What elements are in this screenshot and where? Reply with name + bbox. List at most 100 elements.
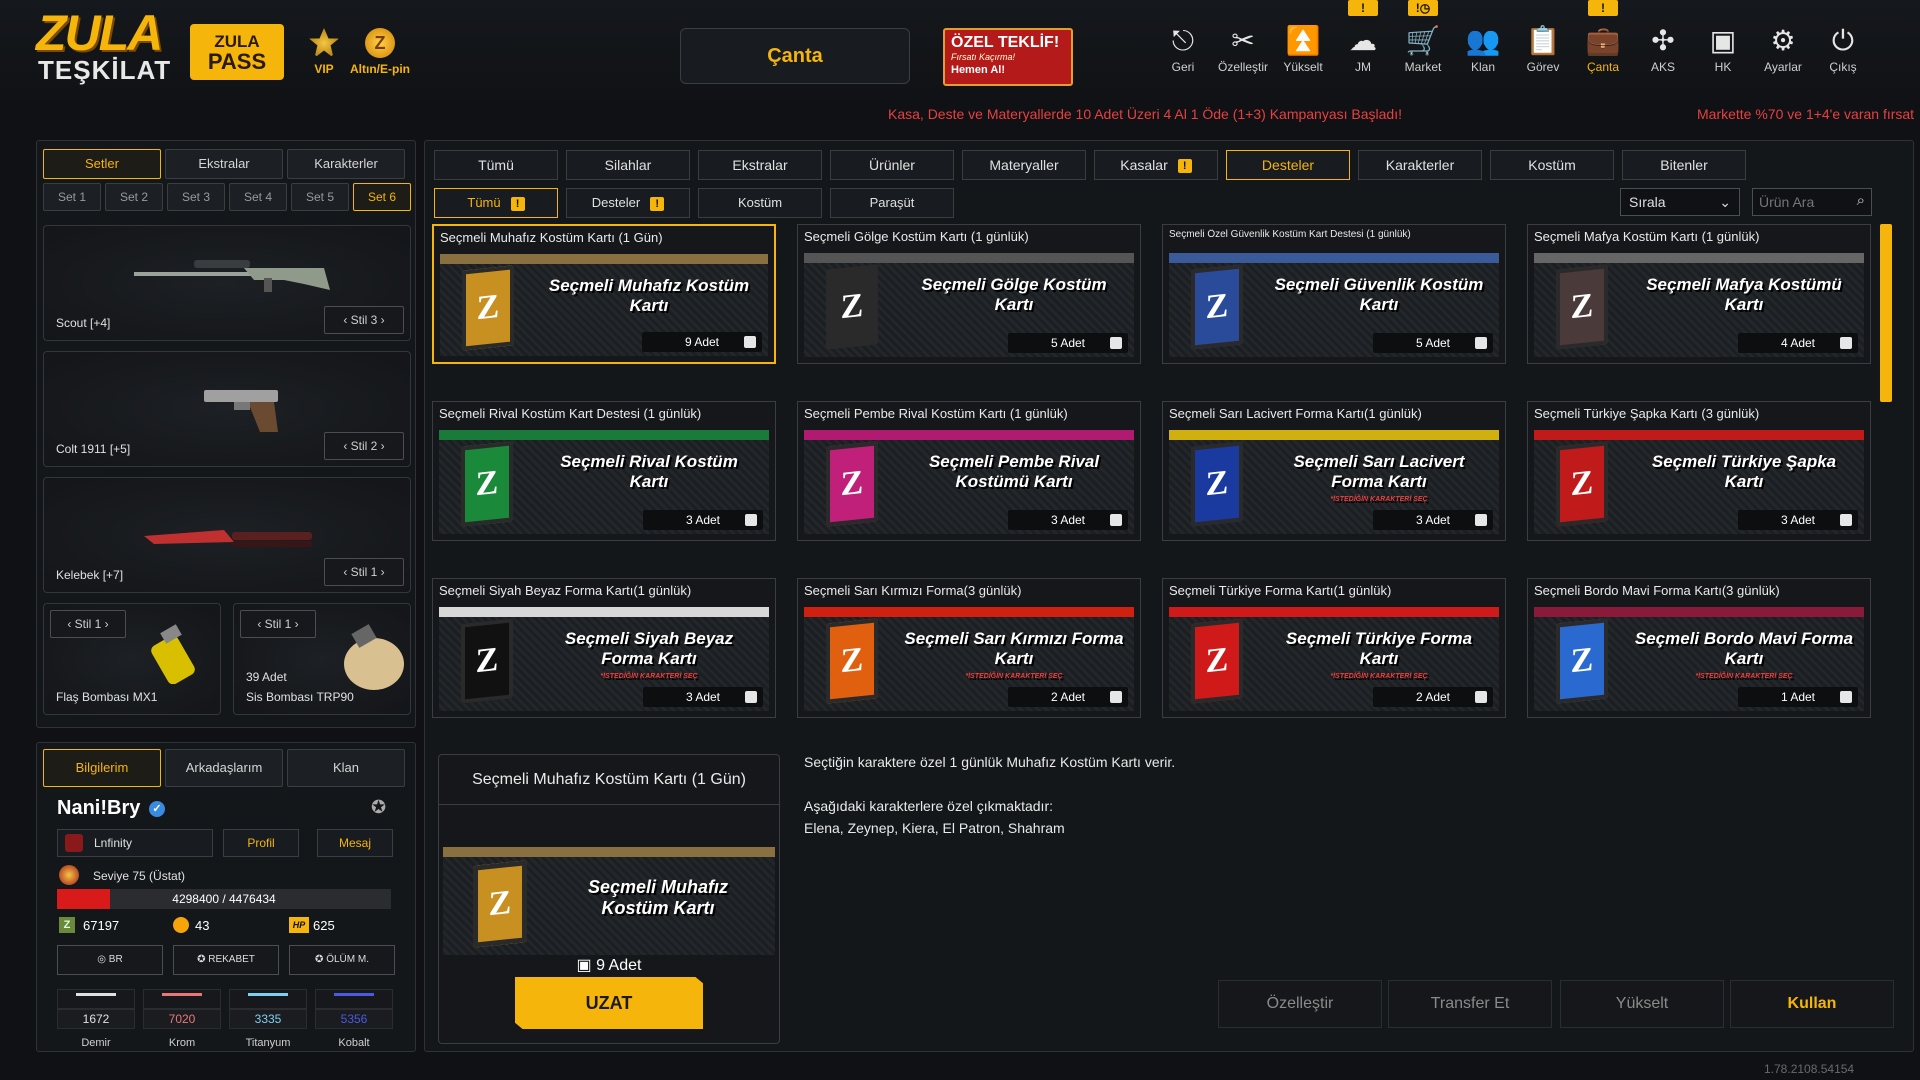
weapon-name: Scout [+4] xyxy=(56,316,111,330)
category-tab-5[interactable]: Kasalar! xyxy=(1094,150,1218,180)
weapon-slot-secondary[interactable]: Colt 1911 [+5] ‹ Stil 2 › xyxy=(43,351,411,467)
set-tab-4[interactable]: Set 4 xyxy=(229,183,287,211)
weapon-slot-melee[interactable]: Kelebek [+7] ‹ Stil 1 › xyxy=(43,477,411,593)
grenade-slot-smoke[interactable]: ‹ Stil 1 › 39 Adet Sis Bombası TRP90 xyxy=(233,603,411,715)
nav-clan-button[interactable]: 👥 Klan xyxy=(1454,24,1512,84)
nav-label: JM xyxy=(1355,60,1371,74)
mode-br-button[interactable]: ◎ BR xyxy=(57,945,163,975)
set-tab-2[interactable]: Set 2 xyxy=(105,183,163,211)
category-tab-1[interactable]: Silahlar xyxy=(566,150,690,180)
special-offer-banner[interactable]: ÖZEL TEKLİF! Fırsatı Kaçırma! Hemen Al! xyxy=(943,28,1073,86)
clan-emblem-icon xyxy=(65,834,83,852)
set-tab-1[interactable]: Set 1 xyxy=(43,183,101,211)
tab-karakterler[interactable]: Karakterler xyxy=(287,149,405,179)
tab-setler[interactable]: Setler xyxy=(43,149,161,179)
nav-upgrade-button[interactable]: ⏫ Yükselt xyxy=(1274,24,1332,84)
style-selector[interactable]: ‹ Stil 1 › xyxy=(240,610,316,638)
nav-wallet-button[interactable]: ▣ HK xyxy=(1694,24,1752,84)
category-tab-9[interactable]: Bitenler xyxy=(1622,150,1746,180)
inventory-item-card[interactable]: Seçmeli Türkiye Şapka Kartı (3 günlük) Z S… xyxy=(1527,401,1871,541)
kullan-button[interactable]: Kullan xyxy=(1730,980,1894,1028)
inventory-item-card[interactable]: Seçmeli Rival Kostüm Kart Destesi (1 gün… xyxy=(432,401,776,541)
tab-klan[interactable]: Klan xyxy=(287,749,405,787)
inventory-item-card[interactable]: Seçmeli Pembe Rival Kostüm Kartı (1 günl… xyxy=(797,401,1141,541)
inventory-item-card[interactable]: Seçmeli Sarı Kırmızı Forma(3 günlük) Z Seç… xyxy=(797,578,1141,718)
nav-label: HK xyxy=(1714,60,1732,74)
style-selector[interactable]: ‹ Stil 1 › xyxy=(50,610,126,638)
inventory-item-card[interactable]: Seçmeli Bordo Mavi Forma Kartı(3 günlük)… xyxy=(1527,578,1871,718)
tab-bilgilerim[interactable]: Bilgilerim xyxy=(43,749,161,787)
promo-text-2: Markette %70 ve 1+4'e varan fırsat xyxy=(1697,106,1915,122)
subcategory-tab-3[interactable]: Paraşüt xyxy=(830,188,954,218)
inventory-item-card[interactable]: Seçmeli Özel Güvenlik Kostüm Kart Destes… xyxy=(1162,224,1506,364)
item-caption: Seçmeli Rival Kostüm Kartı xyxy=(560,452,738,491)
nav-power-button[interactable]: ⏻ Çıkış xyxy=(1814,24,1872,84)
search-input[interactable] xyxy=(1753,189,1845,215)
set-tab-6[interactable]: Set 6 xyxy=(353,183,411,211)
style-selector[interactable]: ‹ Stil 3 › xyxy=(324,306,404,334)
yukselt-button[interactable]: Yükselt xyxy=(1560,980,1724,1028)
ozellestir-button[interactable]: Özelleştir xyxy=(1218,980,1382,1028)
subcategory-tab-0[interactable]: Tümü! xyxy=(434,188,558,218)
nav-aks-button[interactable]: ✣ AKS xyxy=(1634,24,1692,84)
vip-button[interactable]: VIP xyxy=(304,28,344,76)
inventory-item-card[interactable]: Seçmeli Siyah Beyaz Forma Kartı(1 günlük… xyxy=(432,578,776,718)
grenade-name: Flaş Bombası MX1 xyxy=(56,690,158,704)
set-tab-5[interactable]: Set 5 xyxy=(291,183,349,211)
butterfly-knife-image xyxy=(144,530,312,547)
subcategory-tab-1[interactable]: Desteler! xyxy=(566,188,690,218)
category-tab-2[interactable]: Ekstralar xyxy=(698,150,822,180)
profile-panel: Bilgilerim Arkadaşlarım Klan Nani!Bry ✓ … xyxy=(36,742,416,1052)
zula-pass-button[interactable]: ZULA PASS xyxy=(190,24,284,80)
inventory-item-card[interactable]: Seçmeli Sarı Lacivert Forma Kartı(1 günl… xyxy=(1162,401,1506,541)
tab-ekstralar[interactable]: Ekstralar xyxy=(165,149,283,179)
style-selector[interactable]: ‹ Stil 2 › xyxy=(324,432,404,460)
nav-gear-button[interactable]: ⚙ Ayarlar xyxy=(1754,24,1812,84)
weapon-name: Kelebek [+7] xyxy=(56,568,124,582)
inventory-item-card[interactable]: Seçmeli Gölge Kostüm Kartı (1 günlük) Z Se… xyxy=(797,224,1141,364)
subcategory-tab-2[interactable]: Kostüm xyxy=(698,188,822,218)
search-box[interactable]: ⌕ xyxy=(1752,188,1872,216)
grenade-slot-flash[interactable]: ‹ Stil 1 › Flaş Bombası MX1 xyxy=(43,603,221,715)
mode-rekabet-button[interactable]: ✪ REKABET xyxy=(173,945,279,975)
weapon-slot-primary[interactable]: Scout [+4] ‹ Stil 3 › xyxy=(43,225,411,341)
category-tab-4[interactable]: Materyaller xyxy=(962,150,1086,180)
transfer-button[interactable]: Transfer Et xyxy=(1388,980,1552,1028)
material-1: 7020 Krom xyxy=(143,989,221,1049)
box-icon xyxy=(1840,337,1852,349)
profil-button[interactable]: Profil xyxy=(223,829,299,857)
scrollbar-thumb[interactable] xyxy=(1880,224,1892,402)
canta-title-button[interactable]: Çanta xyxy=(680,28,910,84)
category-tab-0[interactable]: Tümü xyxy=(434,150,558,180)
mesaj-button[interactable]: Mesaj xyxy=(317,829,393,857)
sort-dropdown[interactable]: Sırala ⌄ xyxy=(1620,188,1740,216)
style-selector[interactable]: ‹ Stil 1 › xyxy=(324,558,404,586)
zula-logo[interactable]: ZULA TEŞKİLAT xyxy=(36,8,170,90)
nav-label: Çıkış xyxy=(1829,60,1857,74)
search-icon[interactable]: ⌕ xyxy=(1857,192,1865,209)
tab-arkadaslarim[interactable]: Arkadaşlarım xyxy=(165,749,283,787)
category-tab-8[interactable]: Kostüm xyxy=(1490,150,1614,180)
nav-bag-button[interactable]: ! 💼 Çanta xyxy=(1574,0,1632,84)
nav-tools-button[interactable]: ✂ Özelleştir xyxy=(1214,24,1272,84)
inventory-item-card[interactable]: Seçmeli Mafya Kostüm Kartı (1 günlük) Z Se… xyxy=(1527,224,1871,364)
item-caption: Seçmeli Muhafız Kostüm Kartı xyxy=(548,276,750,315)
category-tab-7[interactable]: Karakterler xyxy=(1358,150,1482,180)
set-tab-3[interactable]: Set 3 xyxy=(167,183,225,211)
category-tab-6[interactable]: Desteler xyxy=(1226,150,1350,180)
nav-back-button[interactable]: ⎋ Geri xyxy=(1154,24,1212,84)
mode-olum-button[interactable]: ✪ ÖLÜM M. xyxy=(289,945,395,975)
nav-clipboard-button[interactable]: 📋 Görev xyxy=(1514,24,1572,84)
tools-icon: ✂ xyxy=(1231,25,1255,56)
item-count: 2 Adet xyxy=(1373,687,1493,707)
item-title: Seçmeli Siyah Beyaz Forma Kartı(1 günlük… xyxy=(439,583,692,598)
altin-epin-button[interactable]: Z Altın/E-pin xyxy=(340,28,420,76)
inventory-item-card[interactable]: Seçmeli Muhafız Kostüm Kartı (1 Gün) Z Seç… xyxy=(432,224,776,364)
category-tab-3[interactable]: Ürünler xyxy=(830,150,954,180)
inventory-item-card[interactable]: Seçmeli Türkiye Forma Kartı(1 günlük) Z Se… xyxy=(1162,578,1506,718)
item-caption: Seçmeli Gölge Kostüm Kartı xyxy=(921,275,1107,314)
nav-jm-button[interactable]: ! ☁ JM xyxy=(1334,0,1392,84)
uzat-button[interactable]: UZAT xyxy=(515,977,703,1029)
material-color-bar xyxy=(76,993,116,996)
nav-cart-button[interactable]: !◷ 🛒 Market xyxy=(1394,0,1452,84)
